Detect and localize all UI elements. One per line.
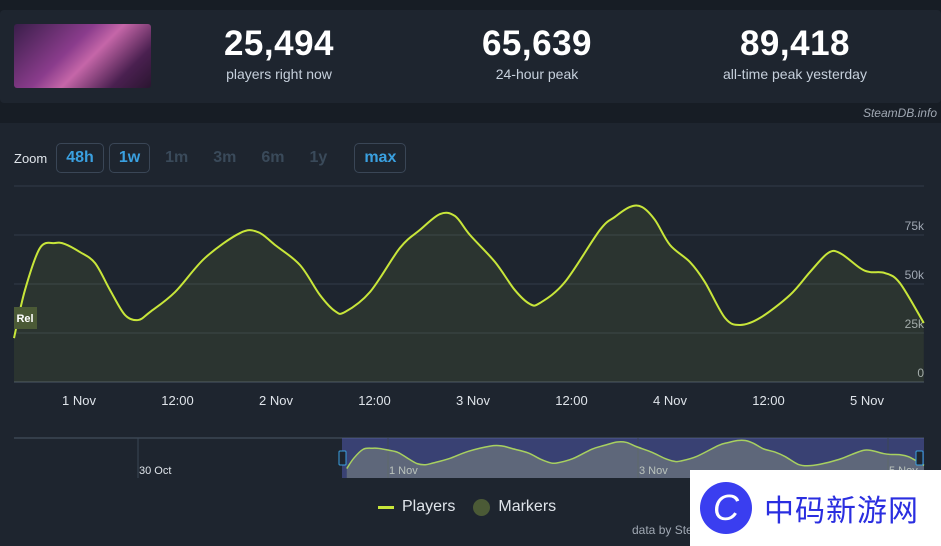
watermark-text: 中码新游网 bbox=[764, 495, 919, 528]
stat-24h-peak: 65,639 24-hour peak bbox=[481, 24, 593, 82]
markers-legend-swatch bbox=[473, 498, 491, 516]
x-tick-label: 5 Nov bbox=[850, 393, 884, 408]
data-by-credit: data by Ste bbox=[632, 523, 693, 537]
legend-players[interactable]: Players bbox=[402, 498, 455, 516]
x-tick-label: 12:00 bbox=[555, 393, 588, 408]
steamdb-credit[interactable]: SteamDB.info bbox=[863, 106, 937, 120]
watermark-logo: C 中码新游网 bbox=[690, 470, 941, 546]
x-tick-label: 12:00 bbox=[358, 393, 391, 408]
stat-all-time-peak: 89,418 all-time peak yesterday bbox=[723, 24, 867, 82]
navigator-tick-label: 30 Oct bbox=[139, 465, 171, 477]
legend: Players Markers bbox=[378, 498, 556, 516]
watermark-icon: C bbox=[700, 482, 752, 534]
release-marker-label: Rel bbox=[16, 313, 33, 325]
game-thumbnail[interactable] bbox=[14, 24, 151, 88]
y-tick-label: 75k bbox=[905, 219, 925, 233]
x-tick-label: 12:00 bbox=[752, 393, 785, 408]
players-area bbox=[14, 205, 924, 382]
x-tick-label: 4 Nov bbox=[653, 393, 687, 408]
x-tick-label: 3 Nov bbox=[456, 393, 490, 408]
legend-markers[interactable]: Markers bbox=[498, 498, 556, 516]
x-tick-label: 1 Nov bbox=[62, 393, 96, 408]
y-tick-label: 50k bbox=[905, 268, 925, 282]
x-tick-label: 12:00 bbox=[161, 393, 194, 408]
navigator-right-handle[interactable] bbox=[915, 450, 924, 466]
players-legend-swatch bbox=[378, 505, 394, 509]
stats-header: 25,494 players right now 65,639 24-hour pe… bbox=[0, 10, 941, 103]
navigator-left-handle[interactable] bbox=[338, 450, 347, 466]
stat-current: 25,494 players right now bbox=[223, 24, 335, 82]
x-tick-label: 2 Nov bbox=[259, 393, 293, 408]
